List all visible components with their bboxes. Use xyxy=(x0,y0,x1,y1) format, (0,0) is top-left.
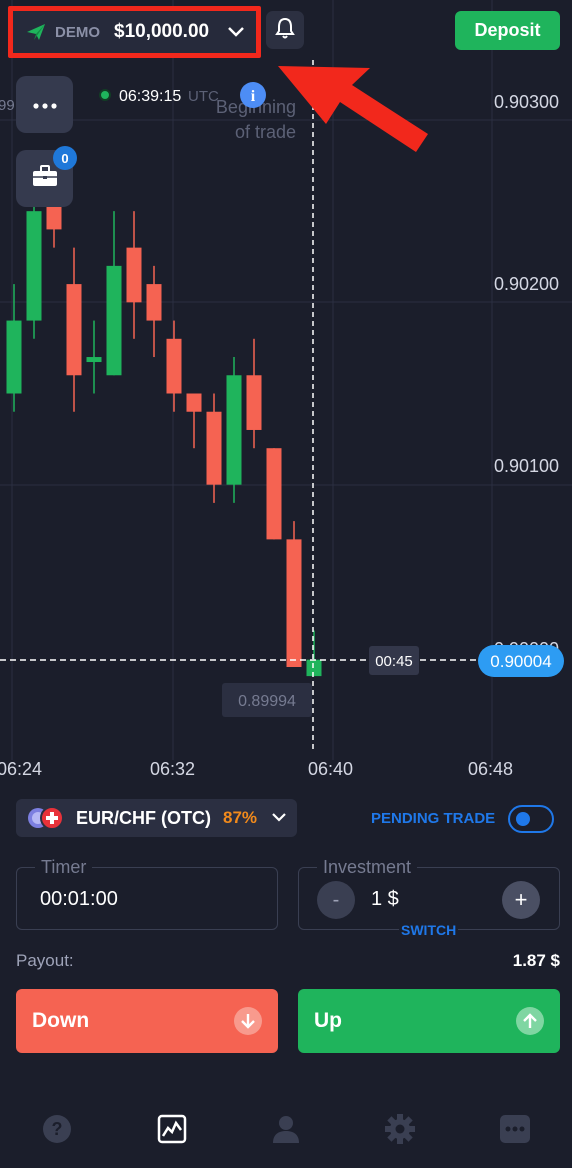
nav-chat[interactable] xyxy=(458,1100,572,1168)
paper-plane-icon xyxy=(25,21,47,43)
candle-body xyxy=(166,338,182,394)
svg-text:?: ? xyxy=(52,1119,63,1139)
candle-body xyxy=(146,284,162,321)
price-label-2: 0.90100 xyxy=(494,456,559,476)
up-button[interactable]: Up xyxy=(298,989,560,1053)
arrow-up-icon xyxy=(516,1007,544,1035)
candle-body xyxy=(286,539,302,667)
investment-value: 1 $ xyxy=(371,888,399,910)
current-price-value: 0.90004 xyxy=(490,652,551,671)
countdown-timer: 00:45 xyxy=(375,653,413,670)
candle-body xyxy=(306,659,322,677)
open-trades-badge: 0 xyxy=(53,146,77,170)
chart-icon xyxy=(157,1114,187,1149)
candle-body xyxy=(86,357,102,363)
up-button-label: Up xyxy=(314,1009,342,1032)
price-chart[interactable]: 0.90300 0.90200 0.90100 0.90000 06:24 06… xyxy=(0,0,572,790)
time-label-3: 06:48 xyxy=(468,759,513,779)
candle-body xyxy=(26,211,42,321)
timer-label: Timer xyxy=(35,857,93,878)
annotation-arrow xyxy=(278,66,428,152)
low-price-value: 0.89994 xyxy=(238,693,296,710)
switch-currency-button[interactable]: SWITCH xyxy=(399,922,459,938)
chat-icon xyxy=(499,1114,531,1149)
pending-trade-label: PENDING TRADE xyxy=(371,810,496,827)
candle-body xyxy=(186,393,202,412)
investment-field[interactable]: Investment - 1 $ + xyxy=(298,857,560,930)
time-label-0: 06:24 xyxy=(0,759,42,779)
bottom-nav: ? xyxy=(0,1100,572,1168)
timer-field[interactable]: Timer 00:01:00 xyxy=(16,857,278,930)
investment-label: Investment xyxy=(317,857,418,878)
candle-body xyxy=(206,411,222,485)
trade-marker-label-line2: of trade xyxy=(235,122,296,142)
account-balance: $10,000.00 xyxy=(114,21,210,42)
candle-body xyxy=(126,247,142,303)
chevron-down-icon xyxy=(226,22,246,42)
nav-chart[interactable] xyxy=(114,1100,228,1168)
arrow-down-icon xyxy=(234,1007,262,1035)
pending-trade-toggle[interactable] xyxy=(508,805,554,833)
current-time: 06:39:15 xyxy=(119,88,181,105)
candle-body xyxy=(6,320,22,394)
chevron-down-icon xyxy=(271,809,287,827)
candle-body xyxy=(66,284,82,376)
timezone-label: UTC xyxy=(188,88,219,105)
live-dot-icon xyxy=(99,89,111,101)
left-partial-label: 99 xyxy=(0,97,15,114)
candle-body xyxy=(226,375,242,485)
payout-label: Payout: xyxy=(16,951,74,970)
time-label-1: 06:32 xyxy=(150,759,195,779)
candle-body xyxy=(106,265,122,376)
price-label-0: 0.90300 xyxy=(494,92,559,112)
trading-app: 0.90300 0.90200 0.90100 0.90000 06:24 06… xyxy=(0,0,572,1168)
asset-name: EUR/CHF (OTC) xyxy=(76,807,211,828)
down-button[interactable]: Down xyxy=(16,989,278,1053)
bell-icon xyxy=(275,17,295,44)
profile-icon xyxy=(272,1114,300,1149)
nav-help[interactable]: ? xyxy=(0,1100,114,1168)
more-menu-button[interactable] xyxy=(16,76,73,133)
payout-value: 1.87 $ xyxy=(512,951,560,970)
info-icon[interactable]: i xyxy=(240,82,266,108)
account-mode: DEMO xyxy=(55,23,100,41)
asset-payout-percent: 87% xyxy=(222,808,258,827)
svg-text:i: i xyxy=(251,88,256,105)
candles-group xyxy=(6,156,322,677)
candle-body xyxy=(266,448,282,540)
more-dots-icon xyxy=(32,96,57,114)
down-button-label: Down xyxy=(32,1009,90,1032)
deposit-button[interactable]: Deposit xyxy=(455,11,560,50)
notifications-button[interactable] xyxy=(266,11,304,49)
price-label-1: 0.90200 xyxy=(494,274,559,294)
timer-value: 00:01:00 xyxy=(40,888,118,910)
increase-investment-button[interactable]: + xyxy=(502,881,540,919)
candle-body xyxy=(246,375,262,430)
help-icon: ? xyxy=(42,1114,72,1149)
settings-icon xyxy=(384,1113,416,1150)
nav-profile[interactable] xyxy=(229,1100,343,1168)
briefcase-icon xyxy=(32,165,58,192)
toggle-knob xyxy=(516,812,530,826)
nav-settings[interactable] xyxy=(343,1100,457,1168)
decrease-investment-button[interactable]: - xyxy=(317,881,355,919)
account-selector[interactable]: DEMO $10,000.00 xyxy=(8,6,261,58)
currency-flags-icon xyxy=(26,806,66,830)
asset-selector[interactable]: EUR/CHF (OTC) 87% xyxy=(16,799,297,837)
time-label-2: 06:40 xyxy=(308,759,353,779)
